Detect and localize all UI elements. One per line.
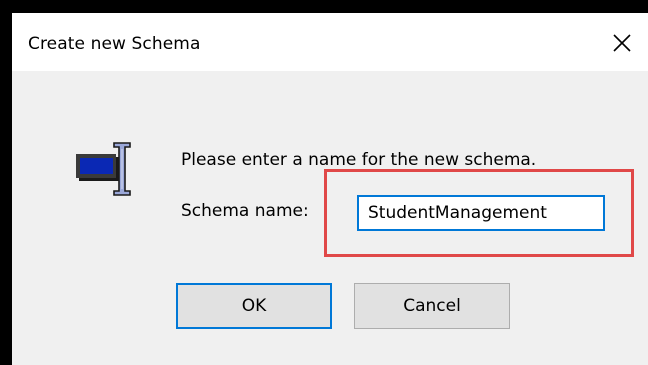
ok-button[interactable]: OK — [176, 283, 332, 329]
schema-name-input[interactable] — [357, 195, 605, 231]
schema-name-label: Schema name: — [181, 201, 309, 221]
input-field-icon — [76, 142, 131, 196]
dialog-title: Create new Schema — [28, 34, 201, 54]
close-button[interactable] — [606, 27, 638, 59]
prompt-text: Please enter a name for the new schema. — [181, 150, 537, 170]
create-schema-dialog: Create new Schema Please enter a name fo… — [12, 13, 648, 365]
dialog-titlebar: Create new Schema — [12, 13, 648, 71]
cancel-button[interactable]: Cancel — [354, 283, 510, 329]
close-icon — [613, 34, 631, 52]
